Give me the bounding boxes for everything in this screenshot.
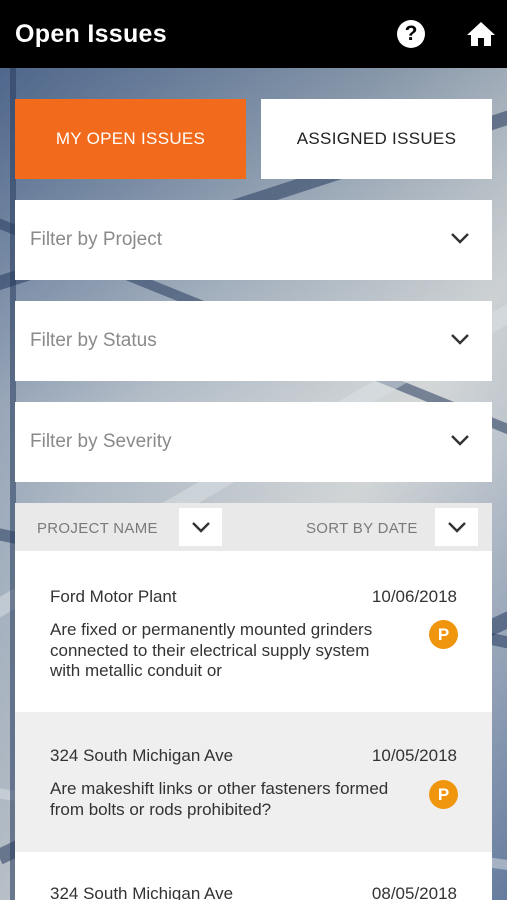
chevron-down-icon xyxy=(451,233,469,244)
filter-severity-dropdown[interactable]: Filter by Severity xyxy=(15,402,492,482)
app-header: Open Issues ? xyxy=(0,0,507,68)
chevron-down-icon xyxy=(447,522,466,533)
tab-label: ASSIGNED ISSUES xyxy=(296,129,457,148)
issue-card[interactable]: 324 South Michigan Ave 08/05/2018 xyxy=(15,852,492,900)
tab-assigned-issues[interactable]: ASSIGNED ISSUES xyxy=(261,99,492,179)
sort-project-label: PROJECT NAME xyxy=(37,520,158,537)
tab-label: MY OPEN ISSUES xyxy=(55,129,206,148)
sort-project-button[interactable] xyxy=(179,508,222,546)
chevron-down-icon xyxy=(191,522,210,533)
chevron-down-icon xyxy=(451,334,469,345)
status-badge: P xyxy=(429,780,458,809)
status-badge: P xyxy=(429,620,458,649)
sort-date-button[interactable] xyxy=(435,508,478,546)
sort-date-label: SORT BY DATE xyxy=(306,520,418,537)
issue-description: Are makeshift links or other fasteners f… xyxy=(50,779,389,819)
filter-project-placeholder: Filter by Project xyxy=(30,229,162,250)
issue-description: Are fixed or permanently mounted grinder… xyxy=(50,620,373,680)
filter-severity-placeholder: Filter by Severity xyxy=(30,431,172,452)
chevron-down-icon xyxy=(451,435,469,446)
page-title: Open Issues xyxy=(15,19,167,48)
issue-project: 324 South Michigan Ave xyxy=(50,746,234,765)
issue-date: 10/06/2018 xyxy=(371,587,457,606)
issue-date: 10/05/2018 xyxy=(371,746,457,765)
issue-card[interactable]: Ford Motor Plant 10/06/2018 Are fixed or… xyxy=(15,551,492,712)
issue-date: 08/05/2018 xyxy=(371,884,457,900)
filter-status-placeholder: Filter by Status xyxy=(30,330,157,351)
issue-project: Ford Motor Plant xyxy=(50,587,177,606)
home-icon[interactable] xyxy=(466,21,496,47)
filter-status-dropdown[interactable]: Filter by Status xyxy=(15,301,492,381)
issue-project: 324 South Michigan Ave xyxy=(50,884,234,900)
sort-bar: PROJECT NAME SORT BY DATE xyxy=(15,503,492,551)
question-circle-icon[interactable]: ? xyxy=(397,20,425,48)
issue-card[interactable]: 324 South Michigan Ave 10/05/2018 Are ma… xyxy=(15,712,492,852)
filter-project-dropdown[interactable]: Filter by Project xyxy=(15,200,492,280)
tab-my-open-issues[interactable]: MY OPEN ISSUES xyxy=(15,99,246,179)
